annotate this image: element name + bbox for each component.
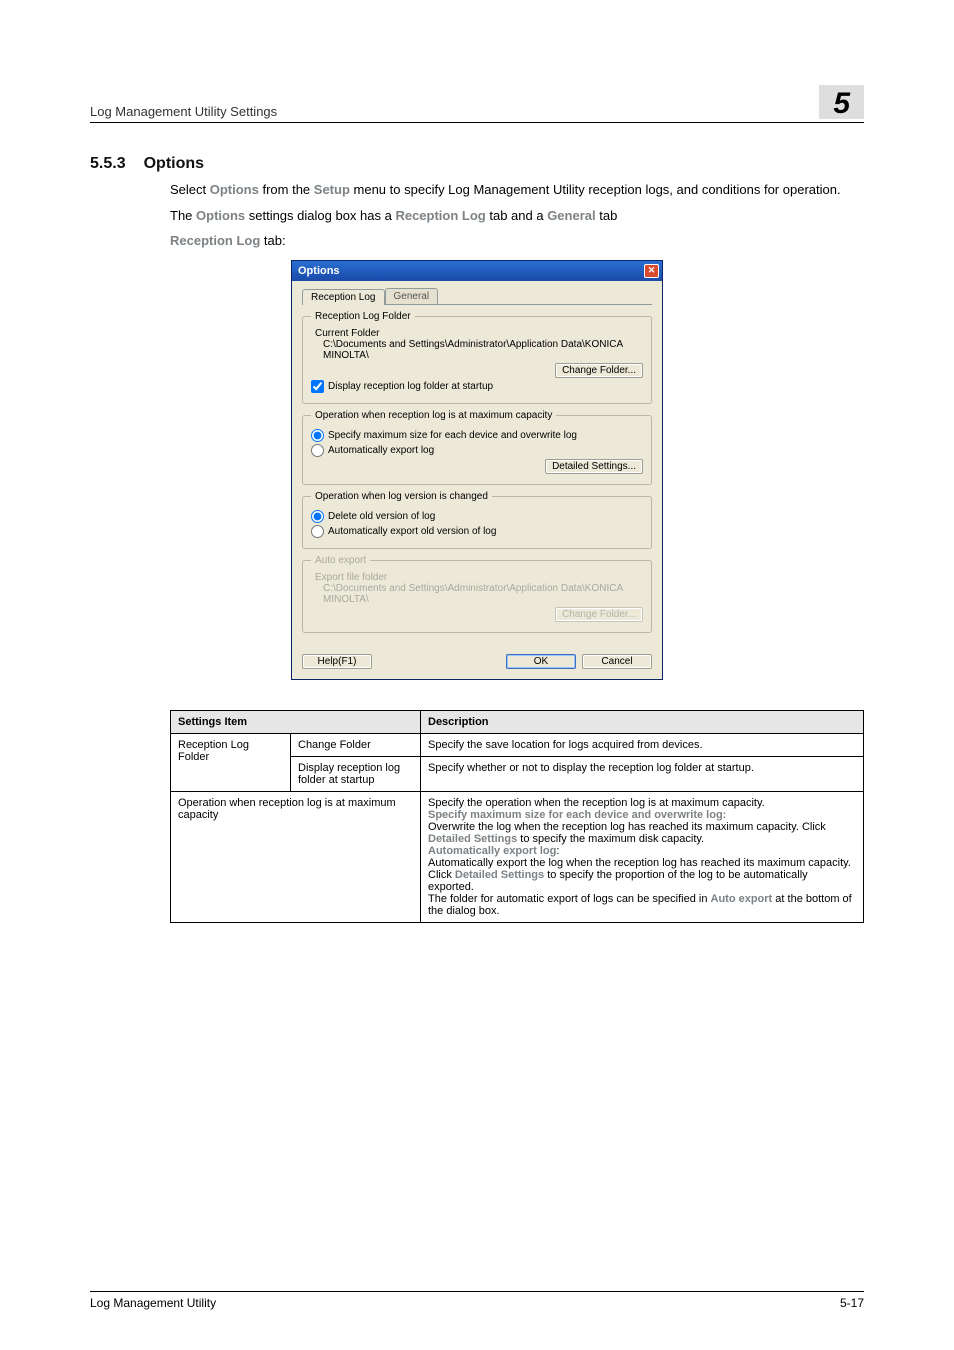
group-legend: Operation when log version is changed [311,491,492,502]
cell-item: Operation when reception log is at maxim… [171,791,421,922]
cell-subitem: Change Folder [291,733,421,756]
radio-auto-export-log-label: Automatically export log [328,445,434,456]
group-legend: Reception Log Folder [311,311,415,322]
display-at-startup-label: Display reception log folder at startup [328,381,493,392]
tabs-bar: Reception Log General [302,288,652,305]
group-auto-export: Auto export Export file folder C:\Docume… [302,555,652,633]
export-folder-label: Export file folder [315,572,643,583]
paragraph-1: Select Options from the Setup menu to sp… [170,181,864,199]
cell-subitem: Display reception log folder at startup [291,756,421,791]
page-header-title: Log Management Utility Settings [90,104,277,119]
cell-desc: Specify the operation when the reception… [421,791,864,922]
group-legend: Auto export [311,555,370,566]
export-change-folder-button: Change Folder... [555,607,643,622]
settings-table: Settings Item Description Reception Log … [170,710,864,923]
radio-delete-old-version[interactable] [311,510,324,523]
radio-auto-export-log[interactable] [311,444,324,457]
section-title: Options [144,155,204,173]
section-number: 5.5.3 [90,155,126,173]
cancel-button[interactable]: Cancel [582,654,652,669]
tab-reception-log[interactable]: Reception Log [302,289,385,305]
display-at-startup-checkbox[interactable] [311,380,324,393]
close-icon[interactable]: ✕ [644,264,659,278]
cell-desc: Specify whether or not to display the re… [421,756,864,791]
help-button[interactable]: Help(F1) [302,654,372,669]
page-footer: Log Management Utility 5-17 [90,1291,864,1310]
change-folder-button[interactable]: Change Folder... [555,363,643,378]
cell-desc: Specify the save location for logs acqui… [421,733,864,756]
radio-delete-old-version-label: Delete old version of log [328,511,435,522]
export-folder-path: C:\Documents and Settings\Administrator\… [323,583,643,605]
group-max-capacity: Operation when reception log is at maxim… [302,410,652,485]
options-dialog: Options ✕ Reception Log General Receptio… [291,260,663,680]
table-row: Operation when reception log is at maxim… [171,791,864,922]
section-heading: 5.5.3 Options [90,155,864,173]
detailed-settings-button[interactable]: Detailed Settings... [545,459,643,474]
current-folder-label: Current Folder [315,328,643,339]
table-row: Settings Item Description [171,710,864,733]
ok-button[interactable]: OK [506,654,576,669]
radio-auto-export-old-version-label: Automatically export old version of log [328,526,496,537]
paragraph-2: The Options settings dialog box has a Re… [170,207,864,225]
group-reception-log-folder: Reception Log Folder Current Folder C:\D… [302,311,652,404]
footer-left: Log Management Utility [90,1296,216,1310]
page-header: Log Management Utility Settings 5 [90,85,864,123]
current-folder-path: C:\Documents and Settings\Administrator\… [323,339,643,361]
dialog-titlebar: Options ✕ [292,261,662,281]
chapter-badge: 5 [819,85,864,119]
radio-overwrite-log[interactable] [311,429,324,442]
tab-general[interactable]: General [385,288,439,304]
paragraph-3: Reception Log tab: [170,232,864,250]
col-header-desc: Description [421,710,864,733]
col-header-item: Settings Item [171,710,421,733]
radio-auto-export-old-version[interactable] [311,525,324,538]
cell-item: Reception Log Folder [171,733,291,791]
group-legend: Operation when reception log is at maxim… [311,410,556,421]
group-log-version-changed: Operation when log version is changed De… [302,491,652,549]
radio-overwrite-log-label: Specify maximum size for each device and… [328,430,577,441]
footer-right: 5-17 [840,1296,864,1310]
dialog-title: Options [298,265,340,277]
table-row: Reception Log Folder Change Folder Speci… [171,733,864,756]
